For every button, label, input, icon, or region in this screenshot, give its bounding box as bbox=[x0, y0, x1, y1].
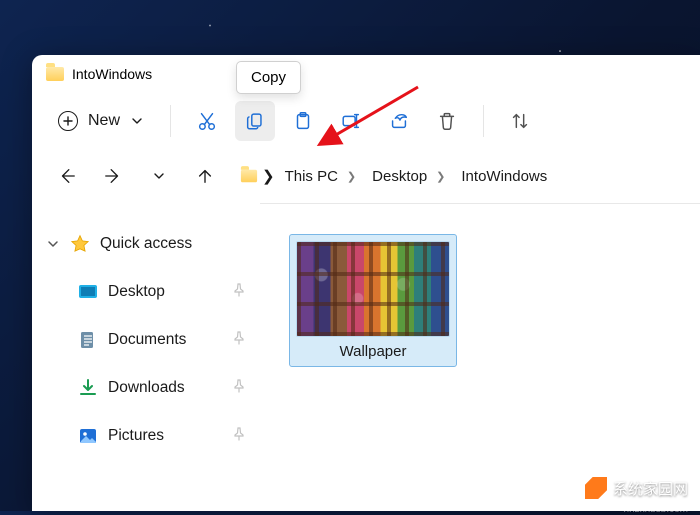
pictures-icon bbox=[78, 426, 98, 446]
chevron-down-icon bbox=[153, 170, 165, 182]
sort-icon bbox=[509, 110, 531, 132]
sidebar-label: Desktop bbox=[108, 283, 165, 301]
breadcrumb-separator-icon: ❯ bbox=[262, 167, 275, 185]
rename-button[interactable] bbox=[331, 101, 371, 141]
chevron-right-icon: ❯ bbox=[436, 170, 445, 183]
desktop-icon bbox=[78, 282, 98, 302]
star-icon bbox=[70, 234, 90, 254]
pin-icon bbox=[232, 283, 246, 302]
window-title: IntoWindows bbox=[72, 66, 152, 82]
pin-icon bbox=[232, 427, 246, 446]
share-button[interactable] bbox=[379, 101, 419, 141]
new-label: New bbox=[88, 112, 120, 130]
file-thumbnail bbox=[296, 241, 450, 337]
file-item-wallpaper[interactable]: Wallpaper bbox=[289, 234, 457, 367]
pin-icon bbox=[232, 331, 246, 350]
sidebar-item-desktop[interactable]: Desktop bbox=[36, 272, 256, 312]
breadcrumb-item[interactable]: This PC ❯ bbox=[279, 164, 363, 189]
scissors-icon bbox=[196, 110, 218, 132]
copy-button[interactable] bbox=[235, 101, 275, 141]
copy-icon bbox=[244, 110, 266, 132]
documents-icon bbox=[78, 330, 98, 350]
arrow-up-icon bbox=[196, 167, 214, 185]
chevron-down-icon bbox=[130, 114, 144, 128]
chevron-right-icon: ❯ bbox=[347, 170, 356, 183]
arrow-right-icon bbox=[104, 167, 122, 185]
folder-icon bbox=[46, 67, 64, 81]
nav-row: ❯ This PC ❯ Desktop ❯ IntoWindows bbox=[32, 149, 700, 203]
breadcrumb-label: IntoWindows bbox=[461, 168, 547, 185]
sidebar-label: Documents bbox=[108, 331, 186, 349]
history-button[interactable] bbox=[138, 155, 180, 197]
delete-button[interactable] bbox=[427, 101, 467, 141]
titlebar[interactable]: IntoWindows bbox=[32, 55, 700, 93]
sidebar-item-downloads[interactable]: Downloads bbox=[36, 368, 256, 408]
chevron-down-icon bbox=[46, 237, 60, 251]
cut-button[interactable] bbox=[187, 101, 227, 141]
paste-button[interactable] bbox=[283, 101, 323, 141]
trash-icon bbox=[436, 110, 458, 132]
arrow-left-icon bbox=[58, 167, 76, 185]
downloads-icon bbox=[78, 378, 98, 398]
forward-button[interactable] bbox=[92, 155, 134, 197]
back-button[interactable] bbox=[46, 155, 88, 197]
plus-icon bbox=[58, 111, 78, 131]
toolbar: Copy New bbox=[32, 93, 700, 149]
sidebar-label: Pictures bbox=[108, 427, 164, 445]
file-explorer-window: IntoWindows Copy New bbox=[32, 55, 700, 511]
breadcrumb-label: This PC bbox=[285, 168, 338, 185]
toolbar-divider bbox=[483, 105, 484, 137]
up-button[interactable] bbox=[184, 155, 226, 197]
body: Quick access Desktop Documents Downloads bbox=[32, 204, 700, 511]
toolbar-divider bbox=[170, 105, 171, 137]
sidebar: Quick access Desktop Documents Downloads bbox=[32, 204, 260, 511]
folder-icon bbox=[241, 170, 257, 183]
file-pane[interactable]: Wallpaper bbox=[260, 204, 700, 511]
sort-button[interactable] bbox=[500, 101, 540, 141]
breadcrumb-item[interactable]: IntoWindows bbox=[455, 164, 553, 189]
new-button[interactable]: New bbox=[46, 101, 156, 141]
rename-icon bbox=[340, 110, 362, 132]
sidebar-item-pictures[interactable]: Pictures bbox=[36, 416, 256, 456]
breadcrumb: ❯ This PC ❯ Desktop ❯ IntoWindows bbox=[240, 164, 553, 189]
file-label: Wallpaper bbox=[340, 343, 407, 360]
sidebar-label: Quick access bbox=[100, 235, 192, 253]
share-icon bbox=[388, 110, 410, 132]
breadcrumb-item[interactable]: Desktop ❯ bbox=[366, 164, 451, 189]
breadcrumb-label: Desktop bbox=[372, 168, 427, 185]
sidebar-item-documents[interactable]: Documents bbox=[36, 320, 256, 360]
clipboard-icon bbox=[292, 110, 314, 132]
sidebar-item-quick-access[interactable]: Quick access bbox=[36, 224, 256, 264]
pin-icon bbox=[232, 379, 246, 398]
sidebar-label: Downloads bbox=[108, 379, 185, 397]
copy-tooltip: Copy bbox=[236, 61, 301, 94]
